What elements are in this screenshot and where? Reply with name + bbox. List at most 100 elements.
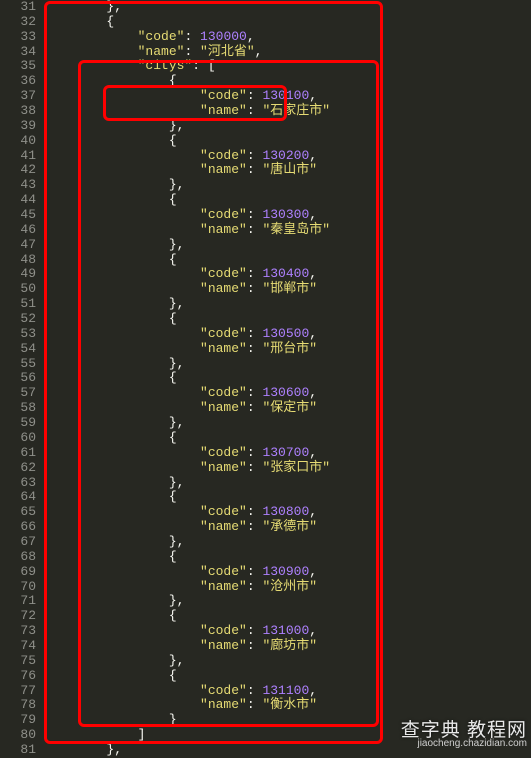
- line-number: 61: [6, 446, 36, 461]
- line-number: 74: [6, 639, 36, 654]
- code-line[interactable]: "name": "河北省",: [44, 45, 531, 60]
- line-number: 77: [6, 684, 36, 699]
- code-line[interactable]: },: [44, 476, 531, 491]
- code-line[interactable]: {: [44, 669, 531, 684]
- code-area[interactable]: }, { "code": 130000, "name": "河北省", "cit…: [44, 0, 531, 758]
- code-line[interactable]: {: [44, 431, 531, 446]
- code-line[interactable]: "code": 130100,: [44, 89, 531, 104]
- token-punct: }: [169, 712, 177, 727]
- code-line[interactable]: ]: [44, 728, 531, 743]
- code-line[interactable]: },: [44, 119, 531, 134]
- code-line[interactable]: {: [44, 312, 531, 327]
- token-str: "石家庄市": [262, 103, 330, 118]
- code-line[interactable]: "name": "承德市": [44, 520, 531, 535]
- code-line[interactable]: "code": 130000,: [44, 30, 531, 45]
- code-line[interactable]: "name": "石家庄市": [44, 104, 531, 119]
- code-line[interactable]: {: [44, 193, 531, 208]
- line-number: 63: [6, 476, 36, 491]
- code-line[interactable]: {: [44, 15, 531, 30]
- code-line[interactable]: "name": "张家口市": [44, 461, 531, 476]
- token-key: "code": [138, 29, 185, 44]
- code-line[interactable]: },: [44, 238, 531, 253]
- code-line[interactable]: "code": 130800,: [44, 505, 531, 520]
- line-number: 55: [6, 357, 36, 372]
- code-line[interactable]: "name": "秦皇岛市": [44, 223, 531, 238]
- token-str: "衡水市": [262, 697, 317, 712]
- line-number: 49: [6, 267, 36, 282]
- code-line[interactable]: },: [44, 654, 531, 669]
- line-number: 62: [6, 461, 36, 476]
- code-line[interactable]: },: [44, 0, 531, 15]
- line-number: 57: [6, 386, 36, 401]
- code-line[interactable]: "citys": [: [44, 59, 531, 74]
- token-punct: },: [169, 593, 185, 608]
- code-line[interactable]: "code": 130500,: [44, 327, 531, 342]
- code-line[interactable]: {: [44, 371, 531, 386]
- token-punct: },: [169, 237, 185, 252]
- token-punct: {: [169, 73, 177, 88]
- token-str: "邯郸市": [262, 281, 317, 296]
- code-editor[interactable]: 3132333435363738394041424344454647484950…: [0, 0, 531, 758]
- token-key: "name": [200, 281, 247, 296]
- token-num: 130200: [262, 148, 309, 163]
- token-num: 130900: [262, 564, 309, 579]
- code-line[interactable]: "code": 130900,: [44, 565, 531, 580]
- token-punct: :: [247, 207, 263, 222]
- code-line[interactable]: "code": 130300,: [44, 208, 531, 223]
- code-line[interactable]: "code": 130600,: [44, 386, 531, 401]
- line-number: 50: [6, 282, 36, 297]
- code-line[interactable]: },: [44, 743, 531, 758]
- code-line[interactable]: },: [44, 178, 531, 193]
- line-number: 58: [6, 401, 36, 416]
- code-line[interactable]: },: [44, 594, 531, 609]
- line-number: 59: [6, 416, 36, 431]
- code-line[interactable]: },: [44, 357, 531, 372]
- token-punct: ,: [309, 207, 317, 222]
- token-punct: {: [169, 370, 177, 385]
- token-punct: {: [169, 668, 177, 683]
- code-line[interactable]: "code": 131000,: [44, 624, 531, 639]
- token-punct: :: [247, 445, 263, 460]
- code-line[interactable]: "name": "邯郸市": [44, 282, 531, 297]
- token-key: "code": [200, 148, 247, 163]
- line-number: 51: [6, 297, 36, 312]
- code-line[interactable]: "name": "衡水市": [44, 698, 531, 713]
- token-punct: {: [169, 549, 177, 564]
- token-punct: :: [247, 88, 263, 103]
- code-line[interactable]: "name": "邢台市": [44, 342, 531, 357]
- line-number: 37: [6, 89, 36, 104]
- code-line[interactable]: },: [44, 535, 531, 550]
- line-number: 53: [6, 327, 36, 342]
- token-punct: :: [247, 266, 263, 281]
- code-line[interactable]: "name": "保定市": [44, 401, 531, 416]
- token-punct: },: [169, 653, 185, 668]
- code-line[interactable]: {: [44, 74, 531, 89]
- code-line[interactable]: },: [44, 297, 531, 312]
- code-line[interactable]: {: [44, 609, 531, 624]
- code-line[interactable]: }: [44, 713, 531, 728]
- token-punct: },: [169, 475, 185, 490]
- token-punct: },: [169, 534, 185, 549]
- token-punct: : [: [192, 58, 215, 73]
- code-line[interactable]: "name": "廊坊市": [44, 639, 531, 654]
- code-line[interactable]: "code": 130700,: [44, 446, 531, 461]
- code-line[interactable]: {: [44, 550, 531, 565]
- token-num: 130700: [262, 445, 309, 460]
- token-punct: ,: [309, 623, 317, 638]
- code-line[interactable]: "name": "沧州市": [44, 580, 531, 595]
- code-line[interactable]: },: [44, 416, 531, 431]
- token-punct: {: [169, 192, 177, 207]
- token-num: 130100: [262, 88, 309, 103]
- code-line[interactable]: {: [44, 134, 531, 149]
- code-line[interactable]: "name": "唐山市": [44, 163, 531, 178]
- line-number: 72: [6, 609, 36, 624]
- token-str: "唐山市": [262, 162, 317, 177]
- line-number: 66: [6, 520, 36, 535]
- line-number: 67: [6, 535, 36, 550]
- line-number: 54: [6, 342, 36, 357]
- token-punct: ,: [309, 148, 317, 163]
- token-punct: {: [169, 252, 177, 267]
- token-key: "code": [200, 445, 247, 460]
- code-line[interactable]: {: [44, 490, 531, 505]
- code-line[interactable]: {: [44, 253, 531, 268]
